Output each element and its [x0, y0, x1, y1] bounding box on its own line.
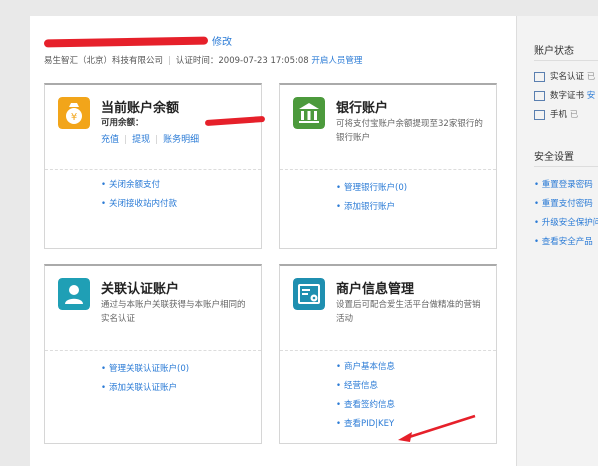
- recharge-link[interactable]: 充值: [101, 135, 119, 145]
- merchant-title: 商户信息管理: [336, 282, 415, 297]
- bank-desc: 可将支付宝账户余额提现至32家银行的银行账户: [336, 119, 483, 143]
- main-panel: 修改 易生智汇（北京）科技有限公司 | 认证时间：2009-07-23 17:05:…: [30, 16, 516, 466]
- divider: [534, 166, 598, 167]
- cert-time: 认证时间：2009-07-23 17:05:08: [175, 56, 309, 66]
- merchant-basic-info-link[interactable]: 商户基本信息: [344, 362, 395, 372]
- redacted-account-name: [43, 36, 209, 48]
- merchant-desc: 设置后可配合爱生活平台做精准的营销活动: [336, 300, 481, 324]
- manage-linked-accounts-link[interactable]: 管理关联认证账户(0): [109, 364, 189, 374]
- disable-balance-pay-link[interactable]: 关闭余额支付: [109, 180, 160, 190]
- divider: [534, 60, 598, 61]
- disable-inbox-payment-link[interactable]: 关闭接收站内付款: [109, 199, 177, 209]
- account-title: 修改: [43, 33, 232, 48]
- certificate-icon: [534, 90, 545, 101]
- account-status-title: 账户状态: [534, 46, 574, 57]
- linked-title: 关联认证账户: [101, 282, 180, 297]
- list-item[interactable]: • 查看签约信息: [336, 396, 395, 415]
- list-item[interactable]: • 管理关联认证账户(0): [101, 360, 189, 379]
- balance-title: 当前账户余额: [101, 101, 180, 116]
- money-bag-icon: ¥: [58, 97, 90, 129]
- bank-title: 银行账户: [336, 101, 389, 116]
- reset-login-password-link[interactable]: 重置登录密码: [542, 180, 593, 190]
- user-icon: [58, 278, 90, 310]
- sidebar: 账户状态 实名认证 已 数字证书 安 手机 已 安全设置 • 重置登录密码 • …: [516, 16, 598, 466]
- list-item[interactable]: • 添加关联认证账户: [101, 379, 189, 398]
- view-contract-info-link[interactable]: 查看签约信息: [344, 400, 395, 410]
- status-phone: 手机 已: [534, 108, 578, 120]
- staff-management-link[interactable]: 开启人员管理: [311, 56, 362, 66]
- security-settings-title: 安全设置: [534, 152, 574, 163]
- bank-account-card: 银行账户 可将支付宝账户余额提现至32家银行的银行账户 • 管理银行账户(0) •…: [279, 83, 497, 249]
- account-subtitle: 易生智汇（北京）科技有限公司 | 认证时间：2009-07-23 17:05:08 …: [44, 56, 363, 66]
- bank-icon: [293, 97, 325, 129]
- list-item[interactable]: • 升级安全保护问: [534, 216, 598, 228]
- edit-link[interactable]: 修改: [212, 37, 232, 48]
- status-certificate: 数字证书 安: [534, 89, 595, 101]
- balance-card: ¥ 当前账户余额 可用余额： 充值 | 提现 | 账务明细 • 关闭余额支付 • 关闭接收站…: [44, 83, 266, 249]
- list-item[interactable]: • 经营信息: [336, 377, 395, 396]
- certificate-link[interactable]: 安: [587, 91, 596, 101]
- add-bank-account-link[interactable]: 添加银行账户: [344, 202, 395, 212]
- company-name: 易生智汇（北京）科技有限公司: [44, 56, 164, 66]
- redacted-balance: [204, 115, 266, 127]
- list-item[interactable]: • 查看PID|KEY: [336, 415, 395, 434]
- list-item[interactable]: • 查看安全产品: [534, 235, 593, 247]
- id-card-icon: [534, 71, 545, 82]
- view-security-products-link[interactable]: 查看安全产品: [542, 237, 593, 247]
- list-item[interactable]: • 商户基本信息: [336, 358, 395, 377]
- business-info-link[interactable]: 经营信息: [344, 381, 378, 391]
- withdraw-link[interactable]: 提现: [132, 135, 150, 145]
- list-item[interactable]: • 关闭接收站内付款: [101, 195, 177, 214]
- manage-bank-accounts-link[interactable]: 管理银行账户(0): [344, 183, 407, 193]
- upgrade-security-question-link[interactable]: 升级安全保护问: [542, 218, 598, 228]
- list-item[interactable]: • 重置支付密码: [534, 197, 593, 209]
- linked-desc: 通过与本账户关联获得与本账户相同的实名认证: [101, 300, 246, 324]
- list-item[interactable]: • 重置登录密码: [534, 178, 593, 190]
- linked-account-card: 关联认证账户 通过与本账户关联获得与本账户相同的实名认证 • 管理关联认证账户(0…: [44, 264, 262, 444]
- view-pid-key-link[interactable]: 查看PID|KEY: [344, 419, 394, 429]
- add-linked-account-link[interactable]: 添加关联认证账户: [109, 383, 177, 393]
- account-details-link[interactable]: 账务明细: [163, 135, 199, 145]
- phone-icon: [534, 109, 545, 120]
- svg-text:¥: ¥: [71, 112, 77, 123]
- annotation-arrow: [398, 414, 476, 442]
- list-item[interactable]: • 添加银行账户: [336, 198, 407, 217]
- available-balance-label: 可用余额：: [101, 118, 144, 128]
- list-item[interactable]: • 关闭余额支付: [101, 176, 177, 195]
- merchant-settings-icon: [293, 278, 325, 310]
- list-item[interactable]: • 管理银行账户(0): [336, 179, 407, 198]
- reset-pay-password-link[interactable]: 重置支付密码: [542, 199, 593, 209]
- status-realname: 实名认证 已: [534, 70, 595, 82]
